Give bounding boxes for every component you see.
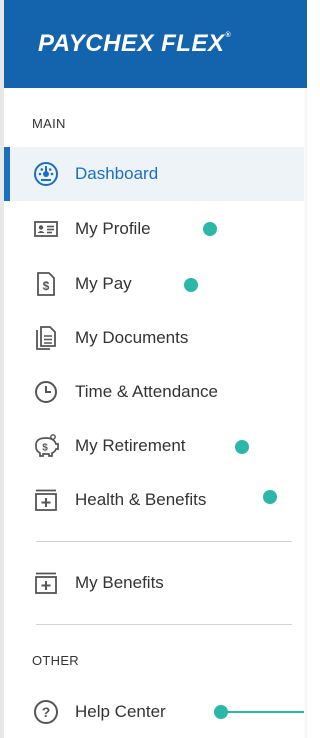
nav-item-my-documents[interactable]: My Documents (4, 311, 307, 365)
section-label-main: MAIN (32, 116, 66, 131)
plus-box-icon (32, 569, 60, 597)
nav-label-my-documents: My Documents (75, 328, 189, 347)
nav-item-my-pay[interactable]: $ My Pay (4, 257, 307, 311)
nav-label-my-pay: My Pay (75, 274, 132, 293)
highlight-marker (263, 490, 277, 504)
highlight-marker (184, 278, 198, 292)
nav-item-help-center[interactable]: ? Help Center (4, 685, 307, 738)
nav-label-time-attendance: Time & Attendance (75, 382, 219, 401)
svg-text:$: $ (42, 443, 48, 454)
svg-text:$: $ (43, 279, 50, 293)
nav-item-my-benefits[interactable]: My Benefits (4, 556, 307, 610)
nav-label-help-center: Help Center (75, 702, 166, 721)
nav-label-my-retirement: My Retirement (75, 436, 186, 455)
nav-label-dashboard: Dashboard (75, 164, 159, 183)
documents-icon (32, 324, 60, 352)
nav-item-my-retirement[interactable]: $ My Retirement (4, 419, 307, 473)
highlight-marker (203, 222, 217, 236)
nav-item-health-benefits[interactable]: Health & Benefits (4, 473, 307, 527)
id-card-icon (32, 215, 60, 243)
dashboard-gauge-icon (32, 160, 60, 188)
divider (36, 624, 292, 625)
paychex-flex-logo[interactable]: PAYCHEX FLEX® (38, 30, 231, 58)
panel-edge-shadow (304, 88, 307, 738)
question-circle-icon: ? (32, 698, 60, 726)
highlight-marker (235, 440, 249, 454)
nav-item-time-attendance[interactable]: Time & Attendance (4, 365, 307, 419)
side-navigation: PAYCHEX FLEX® MAIN Dashboard My Profile … (0, 0, 307, 738)
nav-label-my-profile: My Profile (75, 219, 151, 238)
clock-icon (32, 378, 60, 406)
dollar-document-icon: $ (32, 270, 60, 298)
nav-item-dashboard[interactable]: Dashboard (4, 147, 307, 201)
callout-line (226, 711, 307, 713)
svg-text:?: ? (42, 704, 51, 720)
nav-item-my-profile[interactable]: My Profile (4, 202, 307, 256)
plus-box-icon (32, 486, 60, 514)
divider (36, 541, 292, 542)
nav-label-health-benefits: Health & Benefits (75, 490, 207, 509)
piggy-bank-icon: $ (32, 432, 60, 460)
brand-header: PAYCHEX FLEX® (4, 0, 307, 88)
nav-label-my-benefits: My Benefits (75, 573, 164, 592)
section-label-other: OTHER (32, 653, 79, 668)
